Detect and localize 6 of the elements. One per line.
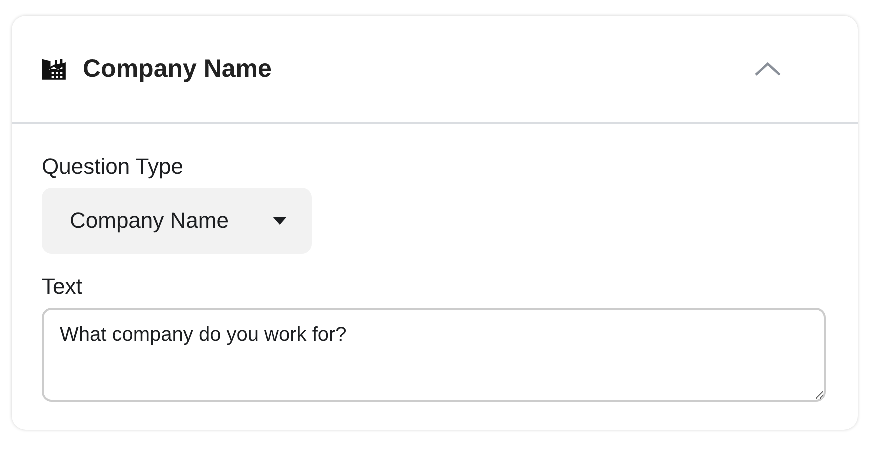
text-input-field[interactable]: What company do you work for? xyxy=(42,308,826,402)
card-title: Company Name xyxy=(83,54,273,84)
caret-icon xyxy=(272,216,288,226)
field-label: Text xyxy=(42,274,82,300)
question-type-dropdown[interactable]: Company Name xyxy=(42,188,312,254)
field-label: Question Type xyxy=(42,154,184,180)
